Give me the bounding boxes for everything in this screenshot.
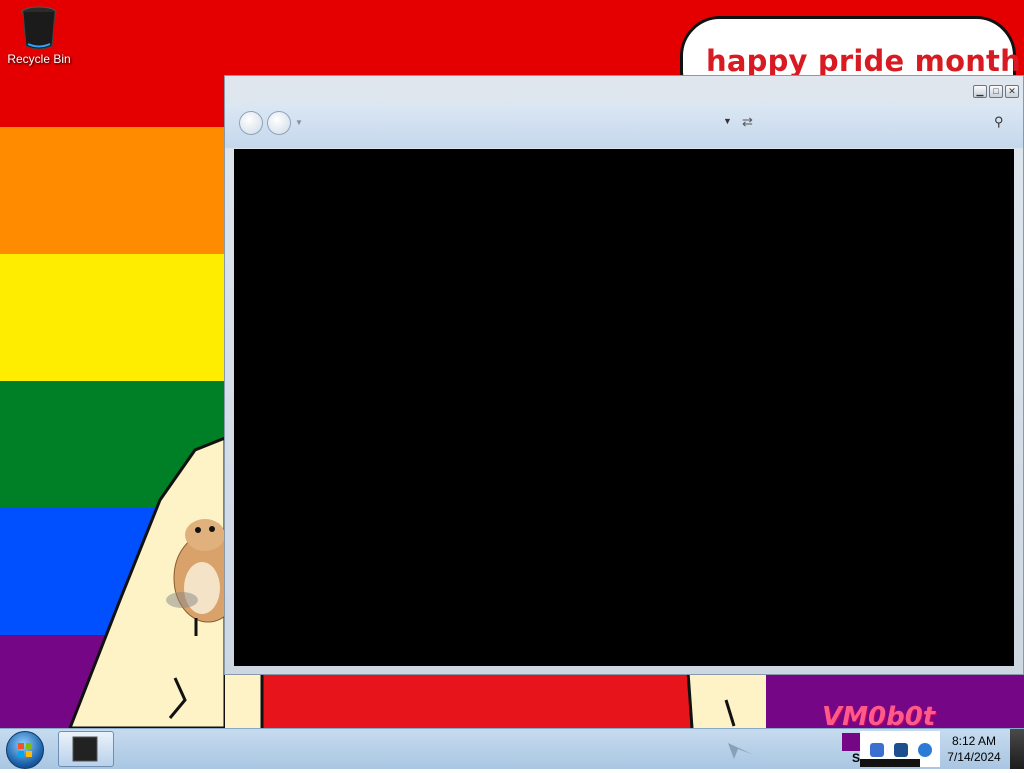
taskbar-item-explorer[interactable] <box>58 731 114 767</box>
refresh-icon[interactable]: ⇄ <box>742 114 753 130</box>
windows-orb-icon <box>18 743 32 757</box>
close-button[interactable]: ✕ <box>1005 85 1019 98</box>
minimize-button[interactable]: ▁ <box>973 85 987 98</box>
system-clock[interactable]: 8:12 AM 7/14/2024 <box>942 733 1006 765</box>
paper-plane-icon[interactable] <box>726 735 756 761</box>
window-content-area[interactable] <box>234 149 1014 666</box>
desktop-icon-label: Recycle Bin <box>7 52 71 66</box>
back-button[interactable] <box>239 111 263 135</box>
tray-label: S <box>852 751 861 765</box>
search-icon[interactable]: ⚲ <box>994 114 1004 130</box>
desktop-icon-recycle-bin[interactable]: Recycle Bin <box>6 6 72 66</box>
recent-pages-dropdown-icon[interactable]: ▼ <box>295 118 303 127</box>
show-desktop-button[interactable] <box>1010 729 1024 769</box>
taskbar: S 8:12 AM 7/14/2024 <box>0 728 1024 769</box>
tray-flag-icon[interactable] <box>842 733 860 751</box>
start-button[interactable] <box>6 731 44 769</box>
monitor-icon[interactable] <box>894 743 908 757</box>
maximize-icon: □ <box>993 86 999 96</box>
window-controls: ▁ □ ✕ <box>973 85 1019 98</box>
recycle-bin-icon <box>21 6 57 50</box>
clock-date: 7/14/2024 <box>947 750 1001 764</box>
window-titlebar[interactable]: ▁ □ ✕ <box>225 76 1023 104</box>
speech-bubble-text: happy pride month <box>706 44 1021 78</box>
minimize-icon: ▁ <box>976 86 984 96</box>
maximize-button[interactable]: □ <box>989 85 1003 98</box>
window-thumbnail-icon <box>72 736 98 762</box>
notification-area[interactable] <box>860 731 940 767</box>
navigation-bar: ▼ ▼ ⇄ ⚲ <box>225 104 1023 148</box>
network-icon[interactable] <box>870 743 884 757</box>
address-dropdown-icon[interactable]: ▼ <box>723 116 732 126</box>
clock-time: 8:12 AM <box>951 734 997 748</box>
volume-icon[interactable] <box>918 743 932 757</box>
forward-button[interactable] <box>267 111 291 135</box>
tray-bar <box>860 759 920 767</box>
explorer-window[interactable]: ▁ □ ✕ ▼ ▼ ⇄ ⚲ <box>224 75 1024 675</box>
close-icon: ✕ <box>1008 86 1016 96</box>
